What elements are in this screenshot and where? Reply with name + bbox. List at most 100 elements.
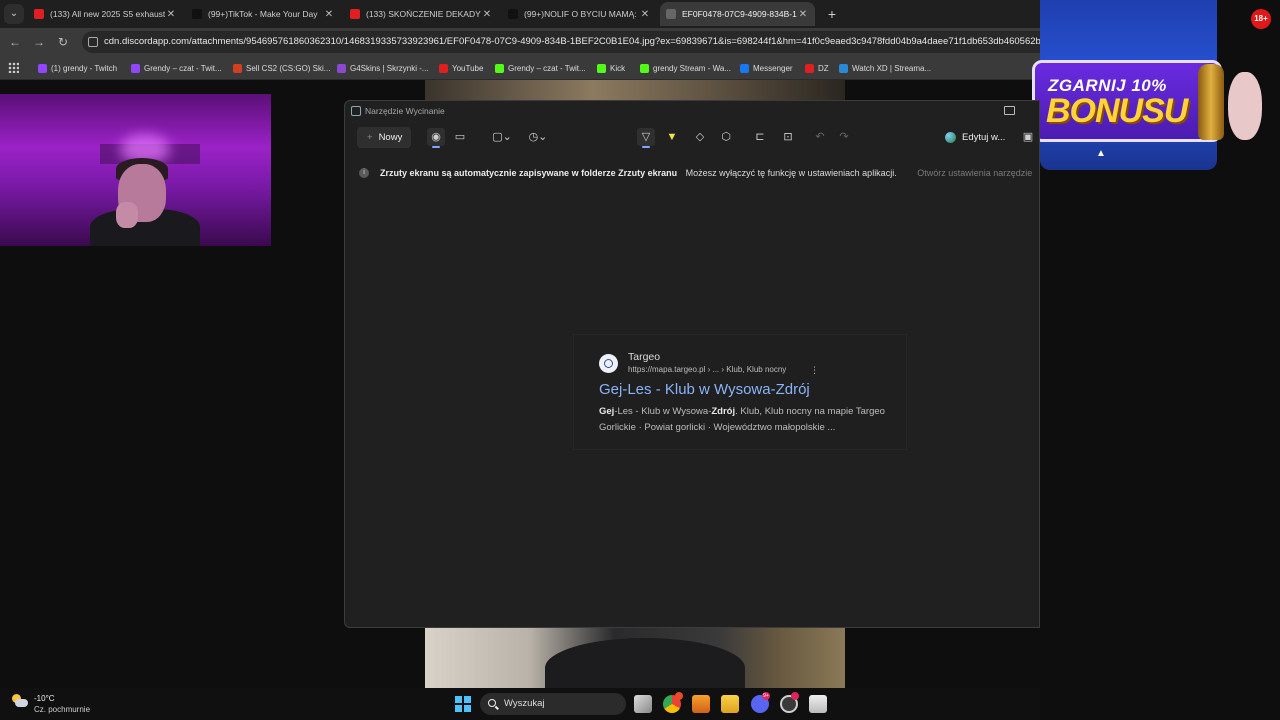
bookmark-item[interactable]: (1) grendy - Twitch bbox=[38, 60, 117, 76]
bookmark-label: G4Skins | Skrzynki -... bbox=[350, 63, 429, 73]
tab-title: (133) SKOŃCZENIE DEKADY: Al bbox=[366, 9, 481, 19]
browser-tab[interactable]: (99+)TikTok - Make Your Day ✕ bbox=[186, 2, 341, 26]
snipping-taskbar-icon[interactable] bbox=[809, 695, 827, 713]
youtube-icon bbox=[805, 63, 814, 73]
result-title: Gej-Les - Klub w Wysowa-Zdrój bbox=[599, 381, 810, 398]
globe-icon bbox=[666, 9, 676, 19]
bookmarks-bar: (1) grendy - Twitch Grendy – czat - Twit.… bbox=[0, 56, 1040, 80]
chevron-up-icon[interactable]: ▲ bbox=[1096, 148, 1106, 159]
snippet-text-1: -Les - Klub w Wysowa- bbox=[614, 406, 712, 417]
bookmark-item[interactable]: Grendy – czat - Twit... bbox=[495, 60, 586, 76]
bookmark-item[interactable]: Grendy – czat - Twit... bbox=[131, 60, 222, 76]
result-breadcrumb: https://mapa.targeo.pl › ... › Klub, Klu… bbox=[628, 365, 787, 374]
eraser-icon[interactable]: ◇ bbox=[691, 128, 709, 146]
edit-in-button[interactable]: Edytuj w... bbox=[945, 127, 1005, 148]
windows-taskbar: -10°C Cz. pochmurnie Wyszukaj 9+ bbox=[0, 688, 1040, 720]
window-titlebar[interactable]: Narzędzie Wycinanie bbox=[345, 101, 1039, 121]
bookmark-item[interactable]: Watch XD | Streama... bbox=[839, 60, 931, 76]
twitch-icon bbox=[131, 63, 140, 73]
camera-icon[interactable]: ◉ bbox=[427, 128, 445, 148]
video-icon[interactable]: ▭ bbox=[451, 128, 469, 146]
taskbar-search-placeholder: Wyszukaj bbox=[504, 698, 545, 709]
cs-icon bbox=[233, 63, 242, 73]
bookmark-label: Kick bbox=[610, 63, 626, 73]
rectangle-mode-icon[interactable]: ▢⌄ bbox=[489, 128, 515, 146]
bookmark-label: grendy Stream - Wa... bbox=[653, 63, 731, 73]
twitch-icon bbox=[38, 63, 47, 73]
browser-tab[interactable]: (133) SKOŃCZENIE DEKADY: Al ✕ bbox=[344, 2, 499, 26]
weather-cloud-icon[interactable] bbox=[12, 694, 28, 708]
redo-icon[interactable]: ↷ bbox=[835, 128, 853, 146]
browser-tab[interactable]: (133) All new 2025 S5 exhaust s ✕ bbox=[28, 2, 183, 26]
g4-icon bbox=[337, 63, 346, 73]
bookmark-label: Messenger bbox=[753, 63, 793, 73]
bookmark-item[interactable]: Messenger bbox=[740, 60, 793, 76]
browser-tab-strip: ⌄ (133) All new 2025 S5 exhaust s ✕ (99+)T… bbox=[0, 0, 1040, 28]
bookmark-label: Watch XD | Streama... bbox=[852, 63, 932, 73]
bookmark-item[interactable]: Kick bbox=[597, 60, 625, 76]
captured-search-result: Targeo https://mapa.targeo.pl › ... › Kl… bbox=[573, 334, 907, 450]
bookmark-item[interactable]: G4Skins | Skrzynki -... bbox=[337, 60, 429, 76]
bookmark-label: DZ bbox=[818, 63, 829, 73]
autosave-info-bar: i Zrzuty ekranu są automatycznie zapisyw… bbox=[345, 163, 1039, 183]
bookmark-label: (1) grendy - Twitch bbox=[51, 63, 118, 73]
apps-grid-icon[interactable] bbox=[8, 62, 19, 73]
ballpoint-pen-icon[interactable]: ▽ bbox=[637, 128, 655, 148]
result-site-name: Targeo bbox=[628, 351, 661, 363]
site-info-icon[interactable] bbox=[88, 37, 98, 47]
crop-icon[interactable]: ⊏ bbox=[751, 128, 769, 146]
tab-search-chevron-icon[interactable]: ⌄ bbox=[4, 4, 24, 24]
mini-window-icon[interactable] bbox=[1004, 106, 1015, 115]
bookmark-label: Grendy – czat - Twit... bbox=[144, 63, 222, 73]
close-tab-icon[interactable]: ✕ bbox=[639, 9, 651, 20]
close-tab-icon[interactable]: ✕ bbox=[165, 9, 177, 20]
task-view-icon[interactable] bbox=[634, 695, 652, 713]
kick-icon bbox=[597, 63, 606, 73]
windows-start-icon[interactable] bbox=[455, 696, 471, 712]
close-tab-icon[interactable]: ✕ bbox=[323, 9, 335, 20]
back-arrow-icon[interactable]: ← bbox=[6, 33, 24, 51]
save-icon[interactable]: ▣ bbox=[1019, 128, 1037, 146]
address-bar[interactable]: cdn.discordapp.com/attachments/954695761… bbox=[82, 31, 1040, 53]
close-tab-icon[interactable]: ✕ bbox=[797, 9, 809, 20]
bookmark-item[interactable]: YouTube bbox=[439, 60, 483, 76]
tiktok-icon bbox=[508, 9, 518, 19]
targeo-logo-icon bbox=[599, 354, 618, 373]
watch-icon bbox=[839, 63, 848, 73]
snipping-tool-icon bbox=[351, 106, 361, 116]
kick-icon bbox=[495, 63, 504, 73]
taskbar-search[interactable]: Wyszukaj bbox=[480, 693, 626, 715]
text-actions-icon[interactable]: ⊡ bbox=[779, 128, 797, 146]
weather-temperature[interactable]: -10°C bbox=[34, 694, 55, 703]
ad-bottle-image bbox=[1198, 64, 1224, 140]
highlighter-icon[interactable]: ▼ bbox=[663, 128, 681, 146]
file-explorer-icon[interactable] bbox=[721, 695, 739, 713]
weather-description[interactable]: Cz. pochmurnie bbox=[34, 705, 90, 714]
bookmark-item[interactable]: grendy Stream - Wa... bbox=[640, 60, 731, 76]
open-settings-link[interactable]: Otwórz ustawienia narzędzie bbox=[917, 168, 1032, 178]
shapes-icon[interactable]: ⬡ bbox=[717, 128, 735, 146]
forward-arrow-icon[interactable]: → bbox=[30, 33, 48, 51]
browser-tab[interactable]: EF0F0478-07C9-4909-834B-1BE ✕ bbox=[660, 2, 815, 26]
bookmark-label: YouTube bbox=[452, 63, 484, 73]
snippet-text-2: . Klub, Klub nocny na mapie Targeo bbox=[735, 406, 885, 417]
more-options-icon: ⋮ bbox=[810, 365, 819, 375]
bookmark-item[interactable]: DZ bbox=[805, 60, 829, 76]
close-tab-icon[interactable]: ✕ bbox=[481, 9, 493, 20]
tab-title: (99+)NOLIF O BYCIU MAMĄ: H bbox=[524, 9, 639, 19]
app-a-icon[interactable] bbox=[692, 695, 710, 713]
undo-icon[interactable]: ↶ bbox=[811, 128, 829, 146]
chrome-badge bbox=[675, 692, 683, 700]
youtube-icon bbox=[34, 9, 44, 19]
timer-icon[interactable]: ◷⌄ bbox=[525, 128, 551, 146]
youtube-icon bbox=[439, 63, 448, 73]
bookmark-item[interactable]: Sell CS2 (CS:GO) Ski... bbox=[233, 60, 330, 76]
new-tab-button[interactable]: + bbox=[822, 4, 842, 24]
reload-icon[interactable]: ↻ bbox=[54, 33, 72, 51]
new-snip-button[interactable]: + Nowy bbox=[357, 127, 411, 148]
tab-title: (99+)TikTok - Make Your Day bbox=[208, 9, 318, 19]
browser-toolbar: ← → ↻ cdn.discordapp.com/attachments/954… bbox=[0, 28, 1040, 56]
snippet-bold-2: Zdrój bbox=[711, 406, 736, 417]
info-text: Możesz wyłączyć tę funkcję w ustawieniac… bbox=[685, 168, 897, 178]
browser-tab[interactable]: (99+)NOLIF O BYCIU MAMĄ: H ✕ bbox=[502, 2, 657, 26]
